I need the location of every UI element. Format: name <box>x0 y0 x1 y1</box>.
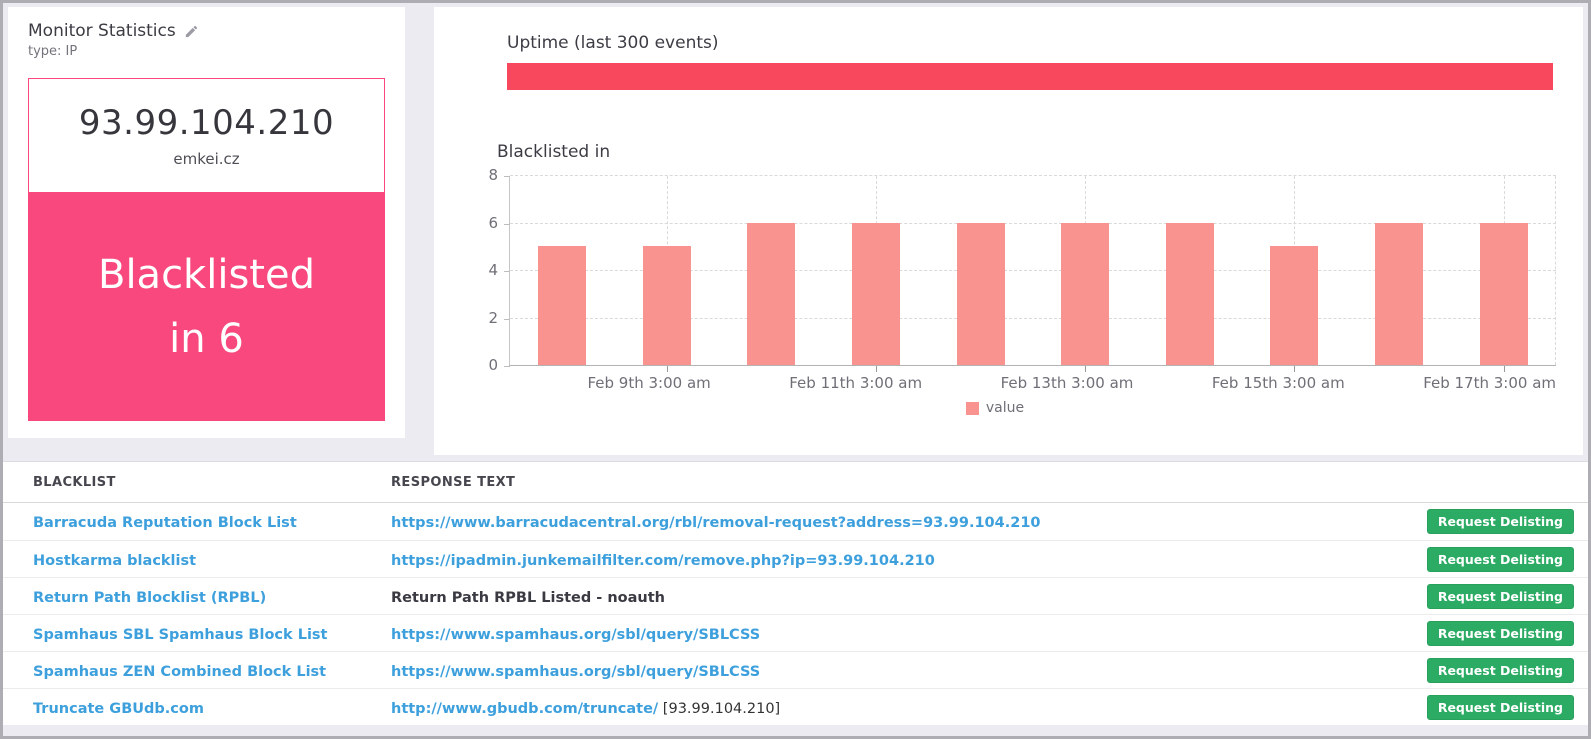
chart-bar <box>852 222 901 365</box>
table-row: Barracuda Reputation Block List https://w… <box>3 503 1588 540</box>
chart-title: Blacklisted in <box>497 142 611 162</box>
blacklist-name-link[interactable]: Barracuda Reputation Block List <box>33 515 297 531</box>
x-tick-label: Feb 15th 3:00 am <box>1211 374 1345 392</box>
chart-bar <box>1165 222 1214 365</box>
panel-title-row: Monitor Statistics <box>28 21 385 41</box>
blacklist-name-link[interactable]: Spamhaus SBL Spamhaus Block List <box>33 627 327 643</box>
column-header-blacklist: BLACKLIST <box>33 474 116 490</box>
chart-bar <box>747 222 796 365</box>
request-delisting-button[interactable]: Request Delisting <box>1426 657 1574 683</box>
response-link[interactable]: http://www.gbudb.com/truncate/ <box>391 701 658 717</box>
table-row: Return Path Blocklist (RPBL) Return Path … <box>3 577 1588 614</box>
y-tick-label: 8 <box>488 166 498 184</box>
x-tick-label: Feb 9th 3:00 am <box>587 374 711 392</box>
monitor-statistics-panel: Monitor Statistics type: IP 93.99.104.21… <box>8 7 405 438</box>
chart-legend: value <box>434 400 1556 416</box>
monitor-type: type: IP <box>28 44 78 59</box>
blacklisted-in-chart: 02468 Feb 9th 3:00 am Feb 11th 3:00 am Feb… <box>434 166 1556 428</box>
blacklist-name-link[interactable]: Hostkarma blacklist <box>33 553 196 569</box>
x-tick-label: Feb 13th 3:00 am <box>1000 374 1134 392</box>
blacklist-monitor-page: { "left_panel": { "title": "Monitor Stat… <box>0 0 1591 739</box>
chart-bar <box>1375 222 1424 365</box>
chart-bar <box>642 246 691 365</box>
response-text: [93.99.104.210] <box>658 700 781 717</box>
chart-bar <box>538 246 587 365</box>
response-text: Return Path RPBL Listed - noauth <box>391 589 665 606</box>
legend-swatch <box>965 401 979 415</box>
response-link[interactable]: https://www.spamhaus.org/sbl/query/SBLCS… <box>391 664 760 680</box>
chart-bar <box>1479 222 1528 365</box>
column-header-response-text: RESPONSE TEXT <box>391 474 516 490</box>
blacklisted-count-line2: in 6 <box>169 316 244 362</box>
blacklist-name-link[interactable]: Spamhaus ZEN Combined Block List <box>33 664 326 680</box>
table-header-row: BLACKLIST RESPONSE TEXT <box>3 462 1588 503</box>
y-tick-label: 6 <box>488 213 498 232</box>
chart-bar <box>1270 246 1319 365</box>
blacklist-table: BLACKLIST RESPONSE TEXT Barracuda Reputa… <box>3 461 1588 725</box>
legend-label: value <box>985 400 1025 416</box>
request-delisting-button[interactable]: Request Delisting <box>1426 694 1574 720</box>
blacklist-name-link[interactable]: Return Path Blocklist (RPBL) <box>33 590 266 606</box>
y-tick-label: 2 <box>488 308 498 327</box>
chart-bar <box>956 222 1005 365</box>
top-row: Monitor Statistics type: IP 93.99.104.21… <box>3 3 1588 455</box>
chart-x-axis: Feb 9th 3:00 am Feb 11th 3:00 am Feb 13th … <box>509 374 1556 392</box>
blacklist-name-link[interactable]: Truncate GBUdb.com <box>33 701 204 717</box>
panel-title: Monitor Statistics <box>28 21 176 41</box>
charts-panel: Uptime (last 300 events) Blacklisted in … <box>434 7 1583 455</box>
request-delisting-button[interactable]: Request Delisting <box>1426 583 1574 609</box>
request-delisting-button[interactable]: Request Delisting <box>1426 546 1574 572</box>
table-row: Spamhaus ZEN Combined Block List https://… <box>3 651 1588 688</box>
chart-bar <box>1061 222 1110 365</box>
x-tick-label: Feb 17th 3:00 am <box>1423 374 1557 392</box>
response-link[interactable]: https://ipadmin.junkemailfilter.com/remo… <box>391 553 935 569</box>
blacklisted-count-line1: Blacklisted <box>98 252 315 298</box>
x-tick-label: Feb 11th 3:00 am <box>789 374 923 392</box>
table-row: Spamhaus SBL Spamhaus Block List https://… <box>3 614 1588 651</box>
response-link[interactable]: https://www.spamhaus.org/sbl/query/SBLCS… <box>391 627 760 643</box>
table-row: Hostkarma blacklist https://ipadmin.junke… <box>3 540 1588 577</box>
uptime-bar <box>507 63 1553 90</box>
monitor-hostname: emkei.cz <box>173 150 240 168</box>
edit-pencil-icon[interactable] <box>184 24 199 39</box>
response-link[interactable]: https://www.barracudacentral.org/rbl/rem… <box>391 515 1041 531</box>
monitor-ip: 93.99.104.210 <box>78 103 335 143</box>
chart-plot <box>504 175 1556 372</box>
table-row: Truncate GBUdb.com http://www.gbudb.com/t… <box>3 688 1588 725</box>
y-tick-label: 0 <box>488 356 498 374</box>
chart-y-axis: 0 2 4 6 8 <box>434 166 498 374</box>
y-tick-label: 4 <box>488 261 498 279</box>
table-body: Barracuda Reputation Block List https://w… <box>3 503 1588 725</box>
request-delisting-button[interactable]: Request Delisting <box>1426 620 1574 646</box>
ip-card: 93.99.104.210 emkei.cz <box>28 78 385 193</box>
request-delisting-button[interactable]: Request Delisting <box>1426 509 1574 534</box>
blacklisted-count-box: Blacklisted in 6 <box>28 193 385 421</box>
uptime-title: Uptime (last 300 events) <box>507 33 719 53</box>
